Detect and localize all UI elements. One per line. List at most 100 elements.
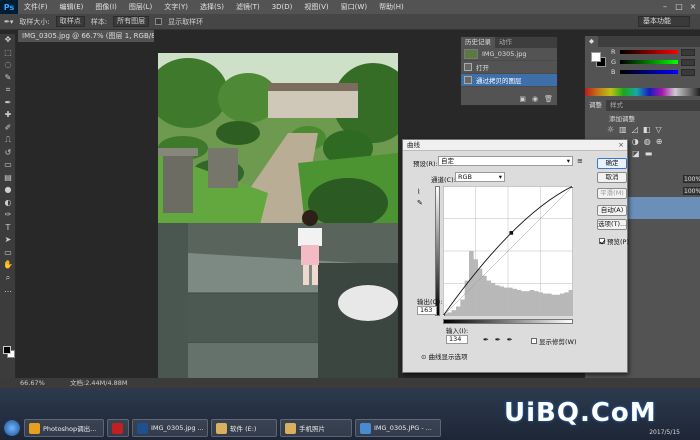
sample-size-select[interactable]: 取样点 [55, 16, 85, 27]
menu-layer[interactable]: 图层(L) [123, 0, 158, 14]
curve-control-point[interactable] [443, 314, 445, 317]
show-clipping-row[interactable]: 显示修剪(W) [531, 336, 577, 346]
workspace-select[interactable]: 基本功能 [638, 16, 690, 27]
blue-slider[interactable] [620, 70, 678, 74]
history-snapshot[interactable]: IMG_0305.jpg [461, 48, 557, 61]
channel-select[interactable]: RGB ▾ [455, 172, 505, 182]
taskbar-button-qq[interactable] [107, 419, 129, 437]
vibrance-icon[interactable]: ▽ [655, 125, 661, 134]
exposure-icon[interactable]: ◧ [643, 125, 651, 134]
show-clipping-checkbox[interactable] [531, 338, 537, 344]
lasso-tool-icon[interactable]: ◌ [0, 59, 16, 72]
curve-control-point[interactable] [509, 231, 514, 235]
curve-control-point[interactable] [571, 186, 574, 188]
show-ring-checkbox[interactable] [155, 18, 163, 25]
maximize-icon[interactable]: □ [672, 0, 686, 14]
red-slider[interactable] [620, 50, 678, 54]
menu-view[interactable]: 视图(V) [298, 0, 334, 14]
shape-tool-icon[interactable]: ▭ [0, 247, 16, 260]
document-tab[interactable]: IMG_0305.jpg @ 66.7% (图层 1, RGB/8#) * × [18, 30, 154, 42]
gray-eyedropper-icon[interactable]: ✒ [495, 336, 501, 344]
tab-history[interactable]: 历史记录 [461, 37, 495, 48]
hand-tool-icon[interactable]: ✋ [0, 259, 16, 272]
crop-tool-icon[interactable]: ⌗ [0, 84, 16, 97]
menu-3d[interactable]: 3D(D) [266, 0, 299, 14]
trash-icon[interactable]: 🗑 [544, 95, 553, 103]
levels-icon[interactable]: ▥ [619, 125, 627, 134]
pen-tool-icon[interactable]: ✑ [0, 209, 16, 222]
gradient-map-icon[interactable]: ▬ [645, 149, 653, 158]
preset-select[interactable]: 自定 ▾ [438, 156, 573, 166]
expand-icon[interactable]: ⊙ [421, 353, 426, 361]
brightness-icon[interactable]: ☼ [607, 125, 614, 134]
green-value-field[interactable] [681, 58, 695, 66]
eraser-tool-icon[interactable]: ▭ [0, 159, 16, 172]
fill-field[interactable]: 100% [683, 187, 700, 195]
move-tool-icon[interactable]: ✥ [0, 34, 16, 47]
menu-help[interactable]: 帮助(H) [373, 0, 410, 14]
new-document-from-state-icon[interactable]: ▣ [519, 95, 526, 103]
curve-display-options[interactable]: ⊙ 曲线显示选项 [421, 351, 468, 361]
black-white-icon[interactable]: ◑ [632, 137, 639, 146]
white-eyedropper-icon[interactable]: ✒ [507, 336, 513, 344]
close-icon[interactable]: × [618, 140, 624, 151]
blur-tool-icon[interactable]: ● [0, 184, 16, 197]
taskbar-button-browser[interactable]: Photoshop调出... [24, 419, 104, 437]
tab-actions[interactable]: 动作 [495, 37, 516, 48]
start-button[interactable] [0, 418, 24, 438]
tab-adjustments[interactable]: 调整 [585, 100, 606, 111]
point-curve-icon[interactable]: ⌇ [417, 188, 423, 196]
output-field[interactable]: 163 [417, 306, 437, 315]
preview-checkbox[interactable] [599, 238, 605, 244]
minimize-icon[interactable]: – [658, 0, 672, 14]
menu-select[interactable]: 选择(S) [194, 0, 230, 14]
green-slider[interactable] [620, 60, 678, 64]
threshold-icon[interactable]: ◪ [632, 149, 640, 158]
cancel-button[interactable]: 取消 [597, 172, 627, 183]
taskbar-button-viewer[interactable]: IMG_0305.JPG - ... [355, 419, 441, 437]
zoom-tool-icon[interactable]: ⌕ [0, 272, 16, 285]
camera-icon[interactable]: ◉ [532, 95, 538, 103]
foreground-color-swatch[interactable] [3, 346, 11, 354]
dodge-tool-icon[interactable]: ◐ [0, 197, 16, 210]
extra-tools-icon[interactable]: … [0, 284, 16, 297]
sample-select[interactable]: 所有图层 [113, 16, 150, 27]
gradient-tool-icon[interactable]: ▤ [0, 172, 16, 185]
menu-file[interactable]: 文件(F) [18, 0, 54, 14]
auto-button[interactable]: 自动(A) [597, 205, 627, 216]
menu-window[interactable]: 窗口(W) [335, 0, 373, 14]
marquee-tool-icon[interactable]: ⬚ [0, 47, 16, 60]
history-item-layer-via-copy[interactable]: 通过拷贝的图层 [461, 74, 557, 87]
taskbar-button-folder[interactable]: 手机照片 [280, 419, 352, 437]
tab-color[interactable]: ◆ [585, 36, 598, 47]
preset-menu-icon[interactable]: ≡ [577, 157, 583, 165]
curves-title-bar[interactable]: 曲线 × [403, 140, 627, 151]
history-item-open[interactable]: 打开 [461, 61, 557, 74]
black-eyedropper-icon[interactable]: ✒ [483, 336, 489, 344]
zoom-level[interactable]: 66.67% [20, 378, 45, 388]
quick-select-tool-icon[interactable]: ✎ [0, 72, 16, 85]
healing-brush-tool-icon[interactable]: ✚ [0, 109, 16, 122]
eyedropper-tool-icon-side[interactable]: ✒ [0, 97, 16, 110]
red-value-field[interactable] [681, 48, 695, 56]
history-brush-tool-icon[interactable]: ↺ [0, 147, 16, 160]
tab-styles[interactable]: 样式 [606, 100, 627, 111]
path-select-tool-icon[interactable]: ➤ [0, 234, 16, 247]
panel-foreground-swatch[interactable] [591, 52, 601, 62]
type-tool-icon[interactable]: T [0, 222, 16, 235]
photo-filter-icon[interactable]: ◍ [644, 137, 651, 146]
blue-value-field[interactable] [681, 68, 695, 76]
document-image[interactable] [158, 53, 398, 399]
input-field[interactable]: 134 [446, 335, 468, 344]
preview-row[interactable]: 预览(P) [599, 236, 629, 246]
close-icon[interactable]: × [686, 0, 700, 14]
menu-filter[interactable]: 滤镜(T) [230, 0, 266, 14]
pencil-icon[interactable]: ✎ [417, 199, 423, 207]
taskbar-button-drive[interactable]: 软件 (E:) [211, 419, 277, 437]
brush-tool-icon[interactable]: ✐ [0, 122, 16, 135]
channel-mixer-icon[interactable]: ⊕ [656, 137, 663, 146]
menu-edit[interactable]: 编辑(E) [54, 0, 90, 14]
taskbar-button-photoshop[interactable]: IMG_0305.jpg ... [132, 419, 208, 437]
menu-type[interactable]: 文字(Y) [158, 0, 194, 14]
options-button[interactable]: 选项(T)... [597, 219, 627, 230]
